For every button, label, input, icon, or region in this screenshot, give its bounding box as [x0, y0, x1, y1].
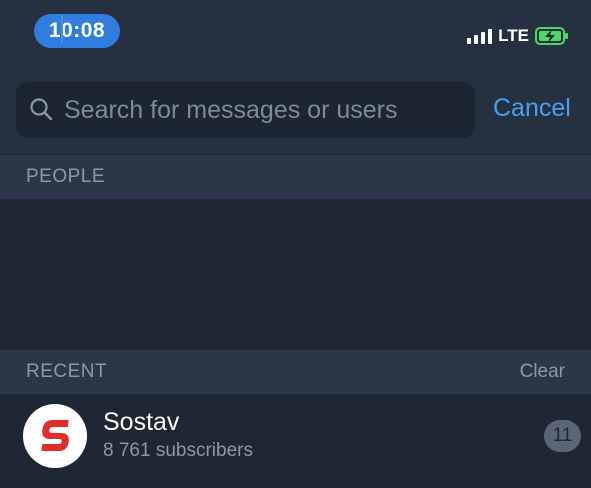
recent-section-header: RECENT Clear: [0, 350, 591, 394]
item-title: Sostav: [103, 408, 180, 436]
cancel-button[interactable]: Cancel: [493, 94, 571, 126]
unread-badge: 11: [544, 420, 581, 452]
status-time: 10:08: [34, 14, 120, 48]
search-input[interactable]: [64, 82, 464, 138]
search-icon: [30, 98, 53, 121]
signal-icon: [467, 28, 493, 44]
list-item[interactable]: [0, 394, 591, 488]
status-indicators: LTE: [467, 26, 569, 46]
search-screen: 10:08 LTE Cancel: [0, 0, 591, 488]
people-list-empty: [0, 199, 591, 350]
people-section-title: PEOPLE: [26, 166, 106, 187]
search-field[interactable]: [16, 82, 475, 138]
clear-button[interactable]: Clear: [520, 361, 565, 383]
people-section-header: PEOPLE: [0, 155, 591, 199]
text-cursor: [61, 15, 63, 43]
network-label: LTE: [498, 26, 529, 45]
avatar: [23, 404, 87, 468]
sostav-logo-icon: [24, 405, 86, 467]
header-area: 10:08 LTE Cancel: [0, 0, 591, 154]
recent-section-title: RECENT: [26, 361, 108, 382]
item-subtitle: 8 761 subscribers: [103, 440, 253, 461]
battery-charging-icon: [535, 27, 569, 45]
